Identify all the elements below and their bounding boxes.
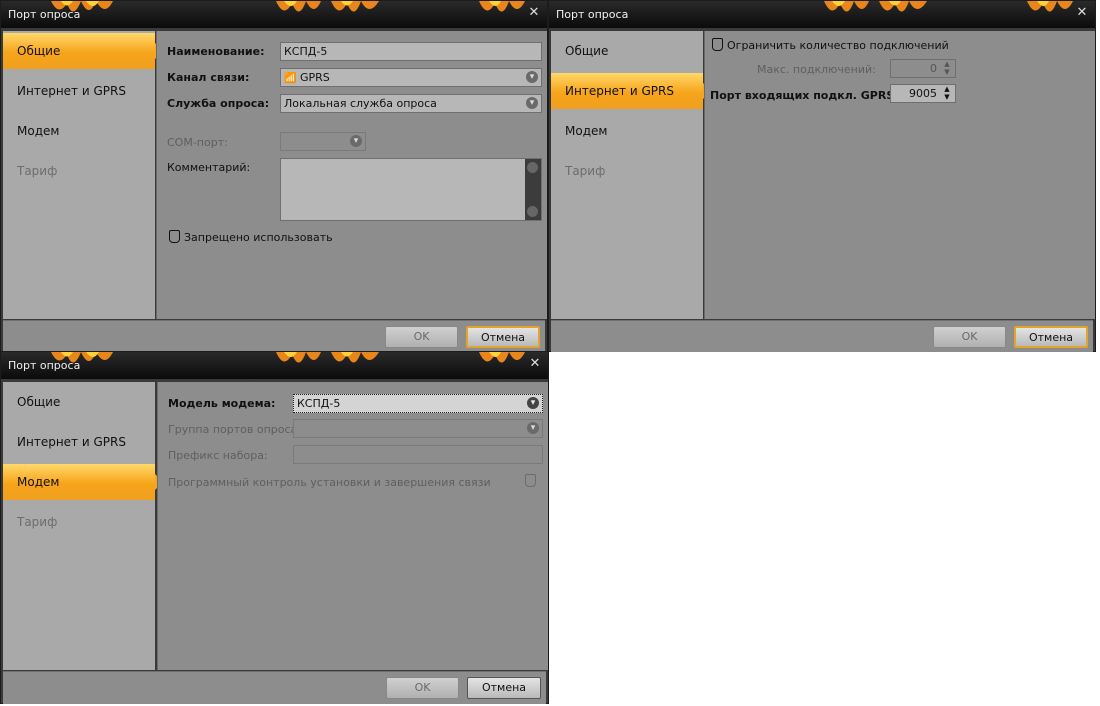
sidebar-item-label: Общие [17,44,61,58]
service-select[interactable]: Локальная служба опроса ▾ [280,94,542,113]
dial-prefix-input[interactable] [293,445,543,464]
limit-label: Ограничить количество подключений [727,39,949,52]
content-panel: Ограничить количество подключений Макс. … [704,31,1095,319]
content-panel: Модель модема: КСПД-5 ▾ Группа портов оп… [157,382,548,670]
software-control-label: Программный контроль установки и заверше… [168,476,491,489]
comment-textarea[interactable] [280,158,542,221]
comment-scrollbar[interactable] [525,159,541,220]
cancel-button[interactable]: Отмена [467,677,541,699]
ok-button[interactable]: OK [385,326,458,348]
sidebar-item-label: Общие [565,44,609,58]
sidebar-item-internet[interactable]: Интернет и GPRS [3,73,155,109]
dialog-footer: OK Отмена [3,320,545,352]
sidebar-item-label: Тариф [17,164,58,178]
close-icon[interactable]: ✕ [527,6,541,20]
port-group-select[interactable]: ▾ [293,419,543,438]
com-port-select[interactable]: ▾ [280,132,366,151]
channel-label: Канал связи: [167,71,250,84]
cancel-button[interactable]: Отмена [466,326,540,348]
sidebar: Общие Интернет и GPRS Модем Тариф [3,31,163,319]
dropdown-icon[interactable]: ▾ [350,135,362,147]
dropdown-icon[interactable]: ▾ [527,397,539,409]
channel-value: GPRS [299,71,330,84]
sidebar-item-tariff[interactable]: Тариф [3,504,155,540]
dialog-footer: OK Отмена [3,671,546,704]
service-value: Локальная служба опроса [284,97,437,110]
scroll-down-icon[interactable] [527,206,538,217]
sidebar: Общие Интернет и GPRS Модем Тариф [551,31,711,319]
sidebar-item-label: Модем [17,124,60,138]
spin-arrows-icon[interactable]: ▲ ▼ [941,60,953,77]
sidebar-item-internet[interactable]: Интернет и GPRS [3,424,155,460]
limit-checkbox[interactable] [712,38,723,51]
dialog-footer: OK Отмена [551,320,1093,352]
title-bar: Порт опроса ✕ [1,352,548,379]
spin-arrows-icon[interactable]: ▲ ▼ [941,85,953,102]
gprs-port-spinner[interactable]: 9005 ▲ ▼ [890,84,956,103]
sidebar-item-label: Модем [17,475,60,489]
window-title: Порт опроса [8,359,81,372]
sidebar-item-general[interactable]: Общие [3,33,163,69]
sidebar-item-tariff[interactable]: Тариф [551,153,703,189]
sidebar-item-label: Общие [17,395,61,409]
flame-decoration [824,1,1073,12]
gprs-port-value: 9005 [909,87,937,100]
sidebar-item-modem[interactable]: Модем [3,113,155,149]
dial-prefix-label: Префикс набора: [168,449,268,462]
sidebar-item-label: Интернет и GPRS [17,435,126,449]
sidebar-item-label: Тариф [17,515,58,529]
sidebar-item-label: Интернет и GPRS [565,84,674,98]
software-control-checkbox[interactable] [525,474,536,487]
cancel-button[interactable]: Отмена [1014,326,1088,348]
sidebar-item-tariff[interactable]: Тариф [3,153,155,189]
forbid-label: Запрещено использовать [184,231,333,244]
sidebar-item-modem[interactable]: Модем [551,113,703,149]
sidebar-item-label: Модем [565,124,608,138]
title-bar: Порт опроса ✕ [1,1,547,28]
modem-model-value: КСПД-5 [297,397,341,410]
sidebar-item-label: Интернет и GPRS [17,84,126,98]
ok-button[interactable]: OK [386,677,459,699]
sidebar-item-label: Тариф [565,164,606,178]
max-connections-value: 0 [930,62,937,75]
flame-decoration [51,1,525,12]
sidebar-item-internet[interactable]: Интернет и GPRS [551,73,711,109]
flame-decoration [51,352,525,363]
window-title: Порт опроса [556,8,629,21]
sidebar: Общие Интернет и GPRS Модем Тариф [3,382,163,670]
modem-model-label: Модель модема: [168,397,276,410]
close-icon[interactable]: ✕ [528,357,542,371]
sidebar-item-modem[interactable]: Модем [3,464,163,500]
comment-label: Комментарий: [167,161,251,174]
dropdown-icon[interactable]: ▾ [526,97,538,109]
sidebar-item-general[interactable]: Общие [3,384,155,420]
scroll-up-icon[interactable] [527,162,538,173]
forbid-checkbox[interactable] [169,230,180,243]
channel-select[interactable]: 📶 GPRS ▾ [280,68,542,87]
max-connections-spinner[interactable]: 0 ▲ ▼ [890,59,956,78]
port-group-label: Группа портов опроса: [168,423,301,436]
name-label: Наименование: [167,45,265,58]
modem-model-select[interactable]: КСПД-5 ▾ [293,394,543,413]
window-title: Порт опроса [8,8,81,21]
dialog-modem: Порт опроса ✕ Общие Интернет и GPRS Моде… [0,351,549,704]
sidebar-item-general[interactable]: Общие [551,33,703,69]
dropdown-icon[interactable]: ▾ [527,422,539,434]
name-input[interactable]: КСПД-5 [280,42,542,61]
close-icon[interactable]: ✕ [1075,6,1089,20]
dropdown-icon[interactable]: ▾ [526,71,538,83]
service-label: Служба опроса: [167,97,270,110]
title-bar: Порт опроса ✕ [549,1,1095,28]
dialog-general: Порт опроса ✕ Общие Интернет и GPRS Моде… [0,0,548,352]
max-connections-label: Макс. подключений: [757,63,876,76]
gprs-port-label: Порт входящих подкл. GPRS: [710,89,899,102]
ok-button[interactable]: OK [933,326,1006,348]
gprs-antenna-icon: 📶 [284,73,297,84]
dialog-internet: Порт опроса ✕ Общие Интернет и GPRS Моде… [548,0,1096,352]
com-port-label: COM-порт: [167,136,228,149]
content-panel: Наименование: КСПД-5 Канал связи: 📶 GPRS… [156,31,547,319]
